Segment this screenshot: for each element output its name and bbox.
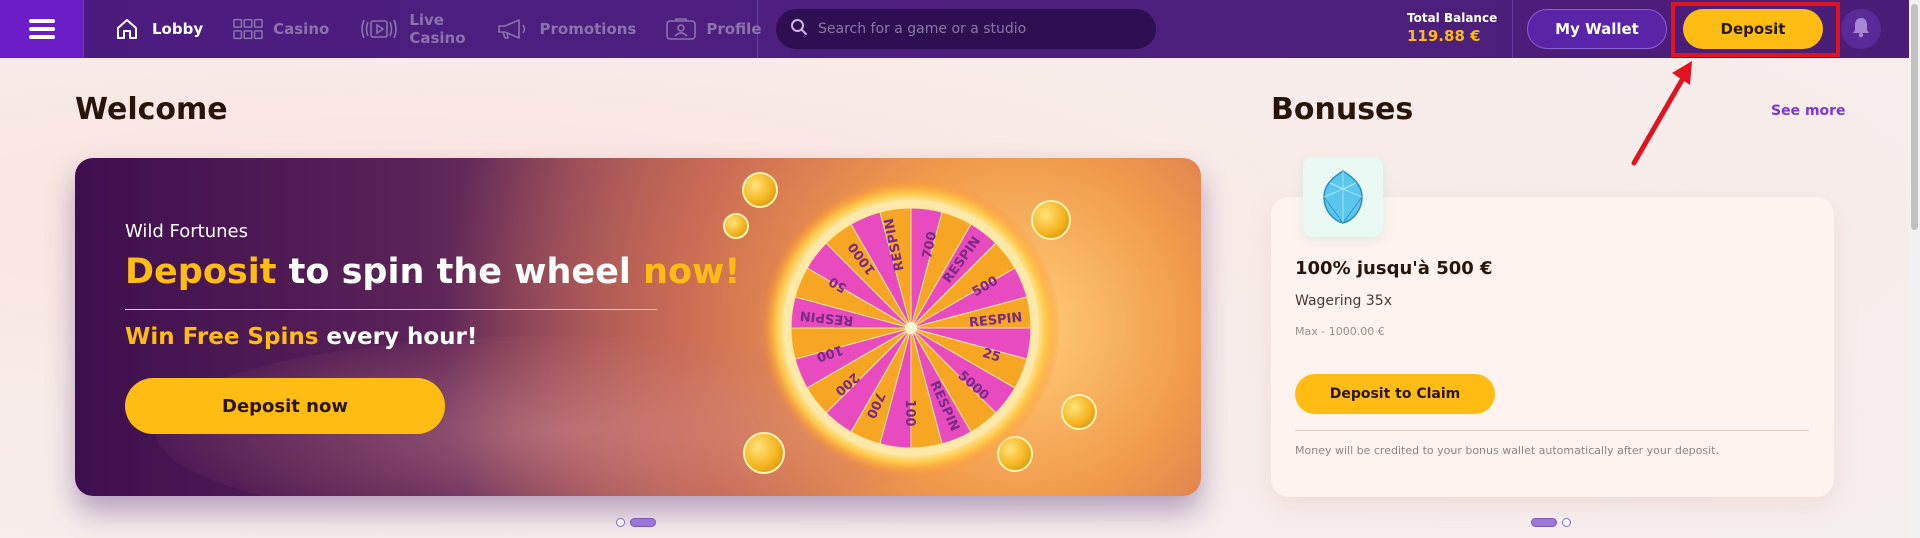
menu-button[interactable]	[0, 0, 84, 58]
hamburger-icon	[28, 19, 55, 39]
bonus-gem-tile	[1303, 157, 1383, 237]
prize-wheel: 700 RESPIN 500 RESPIN 25 5000 RESPIN 100 700 200 1…	[761, 178, 1061, 478]
nav-promotions-label: Promotions	[539, 20, 637, 38]
search-bar	[776, 9, 1156, 49]
wheel-label: 100	[902, 399, 917, 426]
deposit-to-claim-button[interactable]: Deposit to Claim	[1295, 374, 1495, 414]
carousel-dot-active[interactable]	[1531, 518, 1557, 527]
search-icon	[790, 18, 808, 40]
bonus-divider	[1295, 430, 1809, 431]
carousel-dot[interactable]	[616, 518, 625, 527]
see-more-link[interactable]: See more	[1771, 103, 1846, 119]
welcome-title: Welcome	[75, 92, 228, 127]
welcome-carousel-dots	[616, 518, 661, 527]
banner-brand: Wild Fortunes	[125, 221, 249, 242]
balance-value: 119.88 €	[1407, 27, 1481, 45]
balance-label: Total Balance	[1407, 11, 1498, 25]
banner-divider	[125, 309, 657, 310]
banner-subheadline: Win Free Spins every hour!	[125, 324, 478, 350]
prize-wheel-graphic: 700 RESPIN500RESPIN255000RESPIN1007002001…	[761, 178, 1061, 478]
nav-profile[interactable]: Profile	[666, 0, 762, 58]
deposit-now-button[interactable]: Deposit now	[125, 378, 445, 434]
carousel-dot[interactable]	[1562, 518, 1571, 527]
carousel-dot-active[interactable]	[630, 518, 656, 527]
total-balance: Total Balance 119.88 €	[1407, 11, 1497, 45]
gold-coin-icon	[723, 213, 749, 239]
nav-lobby[interactable]: Lobby	[112, 0, 203, 58]
bonuses-title: Bonuses	[1271, 92, 1414, 127]
grid-icon	[233, 16, 263, 42]
nav-lobby-label: Lobby	[152, 20, 204, 38]
bonus-max: Max - 1000.00 €	[1295, 325, 1385, 338]
nav-live-casino[interactable]: Live Casino	[359, 0, 466, 58]
scrollbar-thumb[interactable]	[1911, 4, 1918, 230]
deposit-button[interactable]: Deposit	[1683, 9, 1823, 49]
profile-card-icon	[666, 16, 697, 42]
search-input[interactable]	[818, 21, 1138, 37]
nav-live-casino-label: Live Casino	[409, 11, 466, 47]
bonus-carousel-dots	[1531, 518, 1576, 527]
bonus-note: Money will be credited to your bonus wal…	[1295, 444, 1719, 457]
annotation-arrow-icon	[1631, 61, 1692, 166]
diamond-gem-icon	[1323, 170, 1363, 224]
nav-casino-label: Casino	[273, 20, 330, 38]
nav-profile-label: Profile	[706, 20, 762, 38]
promo-banner[interactable]: Wild Fortunes Deposit to spin the wheel …	[75, 158, 1201, 496]
megaphone-icon	[496, 16, 530, 42]
home-icon	[112, 16, 142, 42]
banner-headline: Deposit to spin the wheel now!	[125, 252, 741, 292]
nav-promotions[interactable]: Promotions	[496, 0, 637, 58]
gold-coin-icon	[1061, 394, 1097, 430]
bonus-title: 100% jusqu'à 500 €	[1295, 258, 1493, 279]
my-wallet-button[interactable]: My Wallet	[1527, 9, 1667, 49]
nav-casino[interactable]: Casino	[233, 0, 329, 58]
live-play-icon	[359, 16, 399, 42]
header-divider	[1512, 0, 1513, 58]
notifications-button[interactable]	[1841, 9, 1881, 49]
bonus-wagering: Wagering 35x	[1295, 293, 1392, 309]
main-nav: Lobby Casino Live Casino Promotions Prof…	[84, 0, 762, 58]
bell-icon	[1851, 16, 1871, 42]
